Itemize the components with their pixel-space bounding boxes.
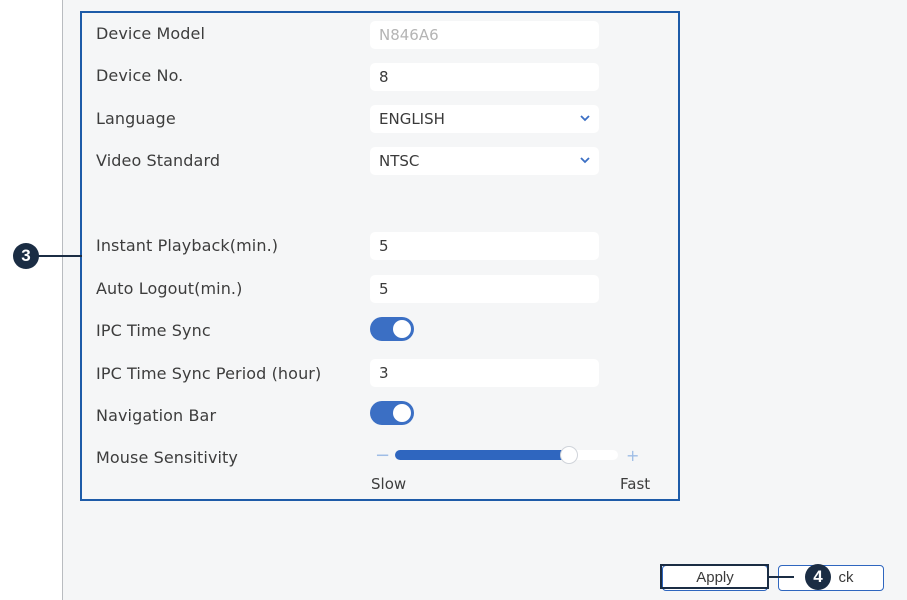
video-standard-value: NTSC bbox=[379, 152, 420, 170]
ipc-time-sync-label: IPC Time Sync bbox=[96, 321, 211, 340]
navigation-bar-toggle[interactable] bbox=[370, 401, 414, 425]
language-value: ENGLISH bbox=[379, 110, 445, 128]
chevron-down-icon bbox=[580, 115, 590, 122]
navigation-bar-label: Navigation Bar bbox=[96, 406, 217, 425]
slider-fill bbox=[395, 450, 569, 460]
language-select[interactable]: ENGLISH bbox=[370, 105, 599, 133]
ipc-time-sync-period-label: IPC Time Sync Period (hour) bbox=[96, 364, 322, 383]
ipc-time-sync-toggle[interactable] bbox=[370, 317, 414, 341]
device-no-label: Device No. bbox=[96, 66, 184, 85]
auto-logout-field[interactable]: 5 bbox=[370, 275, 599, 303]
toggle-knob bbox=[393, 404, 411, 422]
callout-3-line bbox=[36, 255, 82, 257]
chevron-down-icon bbox=[580, 157, 590, 164]
instant-playback-field[interactable]: 5 bbox=[370, 232, 599, 260]
callout-3-badge: 3 bbox=[13, 243, 39, 269]
auto-logout-label: Auto Logout(min.) bbox=[96, 279, 243, 298]
mouse-sensitivity-slider[interactable] bbox=[395, 446, 618, 464]
device-model-field: N846A6 bbox=[370, 21, 599, 49]
instant-playback-label: Instant Playback(min.) bbox=[96, 236, 279, 255]
device-model-label: Device Model bbox=[96, 24, 206, 43]
video-standard-label: Video Standard bbox=[96, 151, 221, 170]
language-label: Language bbox=[96, 109, 176, 128]
ipc-time-sync-period-field[interactable]: 3 bbox=[370, 359, 599, 387]
slider-handle[interactable] bbox=[559, 446, 578, 464]
slow-caption: Slow bbox=[371, 475, 407, 493]
mouse-sensitivity-label: Mouse Sensitivity bbox=[96, 448, 238, 467]
toggle-knob bbox=[393, 320, 411, 338]
callout-4-badge: 4 bbox=[805, 564, 831, 590]
callout-4-line bbox=[768, 576, 794, 578]
apply-highlight-box bbox=[660, 564, 769, 589]
slider-increase-icon[interactable]: + bbox=[626, 447, 639, 465]
video-standard-select[interactable]: NTSC bbox=[370, 147, 599, 175]
device-no-field[interactable]: 8 bbox=[370, 63, 599, 91]
back-button[interactable]: ck bbox=[778, 565, 884, 591]
slider-decrease-icon[interactable]: − bbox=[375, 447, 390, 465]
fast-caption: Fast bbox=[620, 475, 651, 493]
